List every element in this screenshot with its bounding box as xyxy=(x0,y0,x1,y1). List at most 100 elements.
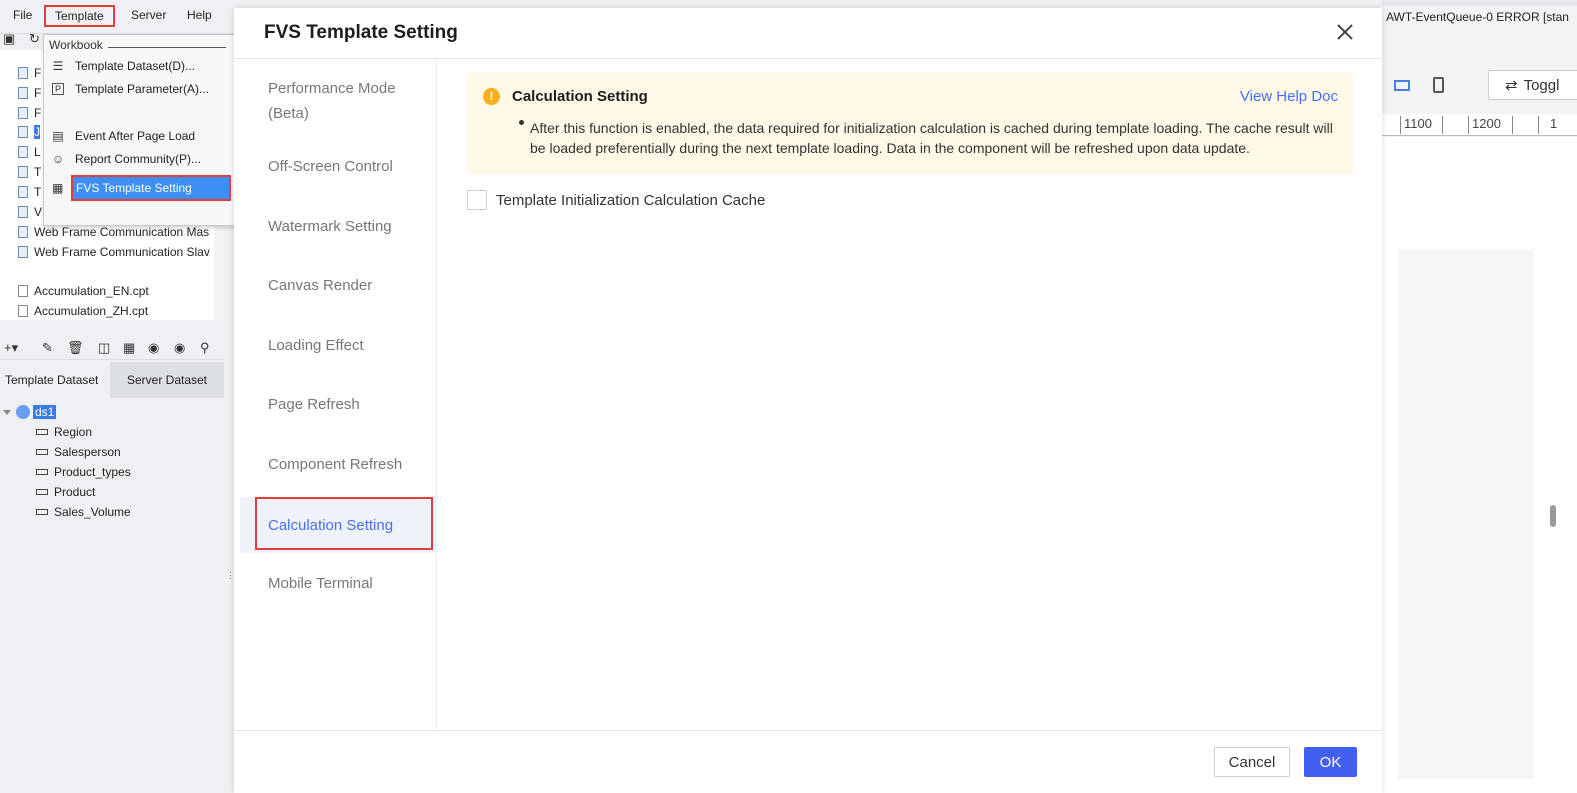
menu-template[interactable]: Template xyxy=(44,5,115,27)
tree-item[interactable]: J xyxy=(18,123,40,141)
tree-item[interactable]: F xyxy=(18,64,41,82)
ruler-label: 1100 xyxy=(1404,116,1432,131)
dataset-toolbar: +▾ ✎ 🗑 ◫ ▦ ◉ ◉ ⚲ xyxy=(0,336,224,360)
swap-icon: ⇄ xyxy=(1505,77,1518,94)
dataset-root[interactable]: ds1 xyxy=(3,403,57,421)
menu-item-report-community[interactable]: ☺ Report Community(P)... xyxy=(50,148,232,170)
canvas-scrollbar[interactable] xyxy=(1550,505,1556,527)
mobile-view-icon[interactable] xyxy=(1418,70,1458,100)
tab-template-dataset[interactable]: Template Dataset xyxy=(0,362,110,398)
refresh-icon[interactable]: ↻ xyxy=(29,32,43,46)
console-log-text: AWT-EventQueue-0 ERROR [stan xyxy=(1386,10,1569,24)
nav-performance-mode[interactable]: Performance Mode (Beta) xyxy=(240,76,410,126)
tree-item[interactable]: T xyxy=(18,183,41,201)
notice-title: Calculation Setting xyxy=(512,88,648,105)
ruler-label: 1200 xyxy=(1472,116,1501,131)
fvs-setting-icon: ▦ xyxy=(52,181,64,195)
dataset-field[interactable]: Product_types xyxy=(36,463,131,481)
tree-item[interactable]: T xyxy=(18,163,41,181)
dataset-tabs: Template Dataset Server Dataset xyxy=(0,362,224,398)
edit-dataset-icon[interactable]: ▦ xyxy=(123,340,135,356)
nav-component-refresh[interactable]: Component Refresh xyxy=(240,452,437,477)
ruler-label: 1 xyxy=(1550,116,1558,131)
notice-body: After this function is enabled, the data… xyxy=(530,120,1333,156)
tree-item[interactable]: Accumulation_EN.cpt xyxy=(18,282,149,300)
warning-icon: ! xyxy=(483,88,500,105)
toggle-button[interactable]: ⇄ Toggl xyxy=(1488,70,1577,100)
field-icon xyxy=(36,429,48,435)
nav-canvas-render[interactable]: Canvas Render xyxy=(240,273,437,298)
ok-button[interactable]: OK xyxy=(1304,747,1357,777)
chevron-down-icon[interactable] xyxy=(3,409,11,415)
nav-calculation-setting[interactable]: Calculation Setting xyxy=(240,497,437,553)
menu-item-event-after-page-load[interactable]: ▤ Event After Page Load xyxy=(50,125,232,147)
nav-page-refresh[interactable]: Page Refresh xyxy=(240,392,437,417)
menu-divider xyxy=(108,47,226,48)
menu-server[interactable]: Server xyxy=(131,8,166,22)
calculation-cache-checkbox[interactable] xyxy=(467,190,487,210)
template-file-icon xyxy=(18,186,28,198)
template-file-icon xyxy=(18,126,28,138)
event-icon: ▤ xyxy=(52,129,64,143)
menu-file[interactable]: File xyxy=(13,8,32,22)
new-folder-icon[interactable]: ▣ xyxy=(3,32,17,46)
nav-off-screen-control[interactable]: Off-Screen Control xyxy=(240,154,437,179)
design-canvas[interactable] xyxy=(1382,137,1577,793)
calculation-cache-option[interactable]: Template Initialization Calculation Cach… xyxy=(467,190,765,210)
dialog-title: FVS Template Setting xyxy=(264,22,458,43)
panel-splitter[interactable] xyxy=(0,322,224,334)
horizontal-ruler: 1100 1200 1 xyxy=(1382,114,1577,136)
top-strip xyxy=(1382,0,1577,6)
field-icon xyxy=(36,469,48,475)
template-file-icon xyxy=(18,246,28,258)
file-icon xyxy=(18,285,28,297)
database-settings-icon: ◉ xyxy=(174,340,186,355)
menu-help[interactable]: Help xyxy=(187,8,212,22)
calculation-notice: ! Calculation Setting View Help Doc Afte… xyxy=(467,73,1353,174)
menu-item-fvs-template-setting[interactable]: FVS Template Setting xyxy=(71,175,231,201)
menu-item-template-dataset[interactable]: ☰ Template Dataset(D)... xyxy=(50,55,232,77)
field-icon xyxy=(36,489,48,495)
database-icon: ☰ xyxy=(52,59,64,73)
cancel-button[interactable]: Cancel xyxy=(1214,747,1290,777)
template-file-icon xyxy=(18,146,28,158)
delete-icon[interactable]: 🗑 xyxy=(67,340,84,356)
nav-mobile-terminal[interactable]: Mobile Terminal xyxy=(240,571,437,596)
menu-item-template-parameter[interactable]: P Template Parameter(A)... xyxy=(50,78,232,100)
dataset-field[interactable]: Sales_Volume xyxy=(36,503,131,521)
bullet-icon xyxy=(519,120,524,125)
preview-icon[interactable]: ◫ xyxy=(98,340,110,356)
edit-icon[interactable]: ✎ xyxy=(42,340,53,356)
tree-item[interactable]: L xyxy=(18,143,41,161)
file-icon xyxy=(18,305,28,317)
close-icon[interactable] xyxy=(1335,22,1355,42)
dataset-field[interactable]: Salesperson xyxy=(36,443,121,461)
parameter-icon: P xyxy=(52,83,64,95)
tree-item[interactable]: V xyxy=(18,203,42,221)
view-help-doc-link[interactable]: View Help Doc xyxy=(1240,88,1338,105)
field-icon xyxy=(36,509,48,515)
template-menu: Workbook ☰ Template Dataset(D)... P Temp… xyxy=(43,34,238,226)
add-icon[interactable]: +▾ xyxy=(4,340,18,356)
template-file-icon xyxy=(18,67,28,79)
tree-item[interactable]: Accumulation_ZH.cpt xyxy=(18,302,148,320)
database-icon xyxy=(16,405,30,419)
dialog-header: FVS Template Setting xyxy=(234,8,1382,59)
desktop-view-icon[interactable] xyxy=(1382,70,1422,100)
dataset-field[interactable]: Region xyxy=(36,423,92,441)
canvas-page xyxy=(1398,249,1534,779)
tab-server-dataset[interactable]: Server Dataset xyxy=(110,362,224,398)
tree-item[interactable]: F xyxy=(18,104,41,122)
tree-item[interactable]: Web Frame Communication Slav xyxy=(18,243,210,261)
designer-right-area: AWT-EventQueue-0 ERROR [stan ⇄ Toggl 110… xyxy=(1382,0,1577,793)
dataset-tree: ds1 Region Salesperson Product_types Pro… xyxy=(0,400,224,793)
nav-watermark-setting[interactable]: Watermark Setting xyxy=(240,214,437,239)
field-icon xyxy=(36,449,48,455)
highlight-box xyxy=(255,497,433,550)
template-file-icon xyxy=(18,166,28,178)
tree-item[interactable]: F xyxy=(18,84,41,102)
search-icon[interactable]: ⚲ xyxy=(200,340,210,356)
settings-nav: Performance Mode (Beta) Off-Screen Contr… xyxy=(240,60,437,730)
nav-loading-effect[interactable]: Loading Effect xyxy=(240,333,437,358)
dataset-field[interactable]: Product xyxy=(36,483,95,501)
